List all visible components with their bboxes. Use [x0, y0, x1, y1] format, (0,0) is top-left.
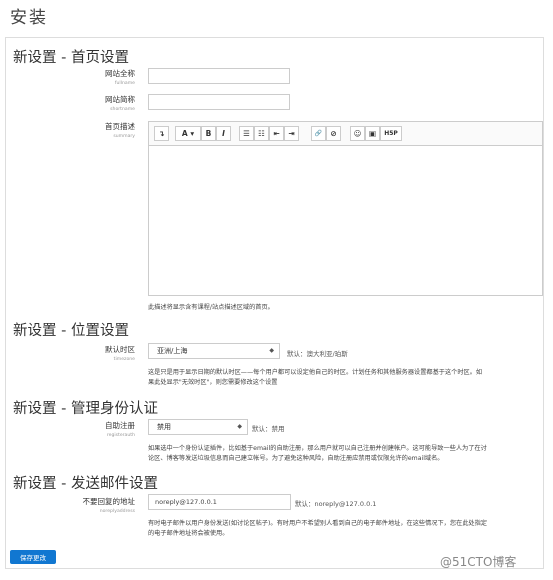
emoticon-icon[interactable]: ☺ — [350, 126, 365, 141]
registerauth-select[interactable]: 禁用 ◆ — [148, 419, 248, 435]
noreply-input[interactable]: noreply@127.0.0.1 — [148, 494, 291, 510]
noreply-default: 默认：noreply@127.0.0.1 — [295, 500, 377, 508]
fullname-input[interactable] — [148, 68, 290, 84]
select-arrow-icon: ◆ — [269, 347, 274, 354]
watermark: @51CTO博客 — [440, 555, 517, 569]
page-title: 安装 — [10, 8, 48, 28]
indent-icon[interactable]: ⇥ — [284, 126, 299, 141]
timezone-default: 默认：澳大利亚/珀斯 — [287, 350, 348, 358]
section-title-email: 新设置 - 发送邮件设置 — [13, 476, 158, 492]
link-icon[interactable]: 🔗 — [311, 126, 326, 141]
ordered-list-icon[interactable]: ☷ — [254, 126, 269, 141]
h5p-icon[interactable]: H5P — [380, 126, 402, 141]
font-style-button[interactable]: A ▾ — [175, 126, 201, 141]
timezone-label: 默认时区 timezone — [105, 345, 135, 362]
select-arrow-icon: ◆ — [237, 423, 242, 430]
italic-button[interactable]: I — [216, 126, 231, 141]
shortname-input[interactable] — [148, 94, 290, 110]
bold-button[interactable]: B — [201, 126, 216, 141]
summary-help: 此描述将显示含有课程/站点描述区域的首页。 — [148, 304, 274, 311]
section-title-location: 新设置 - 位置设置 — [13, 323, 129, 339]
registerauth-label: 自助注册 registerauth — [105, 421, 135, 438]
fullname-label: 网站全称 fullname — [105, 69, 135, 86]
noreply-label: 不要回复的地址 noreplyaddress — [82, 497, 136, 514]
timezone-select[interactable]: 亚洲/上海 ◆ — [148, 343, 280, 359]
image-icon[interactable]: ▣ — [365, 126, 380, 141]
registerauth-help: 如果选中一个身份认证插件，比如基于email的自助注册，那么用户就可以自己注册并… — [148, 445, 487, 462]
registerauth-default: 默认：禁用 — [252, 425, 285, 433]
summary-label: 首页描述 summary — [105, 122, 135, 139]
noreply-help: 有时电子邮件以用户身份发送(如讨论区帖子)。有时用户不希望别人看到自己的电子邮件… — [148, 520, 487, 537]
unlink-icon[interactable]: ⊘ — [326, 126, 341, 141]
section-title-frontpage: 新设置 - 首页设置 — [13, 50, 129, 66]
save-button[interactable]: 保存更改 — [10, 550, 56, 564]
unordered-list-icon[interactable]: ☰ — [239, 126, 254, 141]
outdent-icon[interactable]: ⇤ — [269, 126, 284, 141]
editor-toolbar: ↴ A ▾ B I ☰ ☷ ⇤ ⇥ 🔗 ⊘ ☺ ▣ H5P — [148, 121, 543, 145]
shortname-label: 网站简称 shortname — [105, 95, 135, 112]
timezone-help: 这是只是用于显示日期的默认时区——每个用户都可以设定他自己的时区。计划任务和其他… — [148, 369, 483, 386]
summary-editor[interactable] — [148, 145, 543, 296]
section-title-auth: 新设置 - 管理身份认证 — [13, 401, 158, 417]
collapse-icon[interactable]: ↴ — [154, 126, 169, 141]
